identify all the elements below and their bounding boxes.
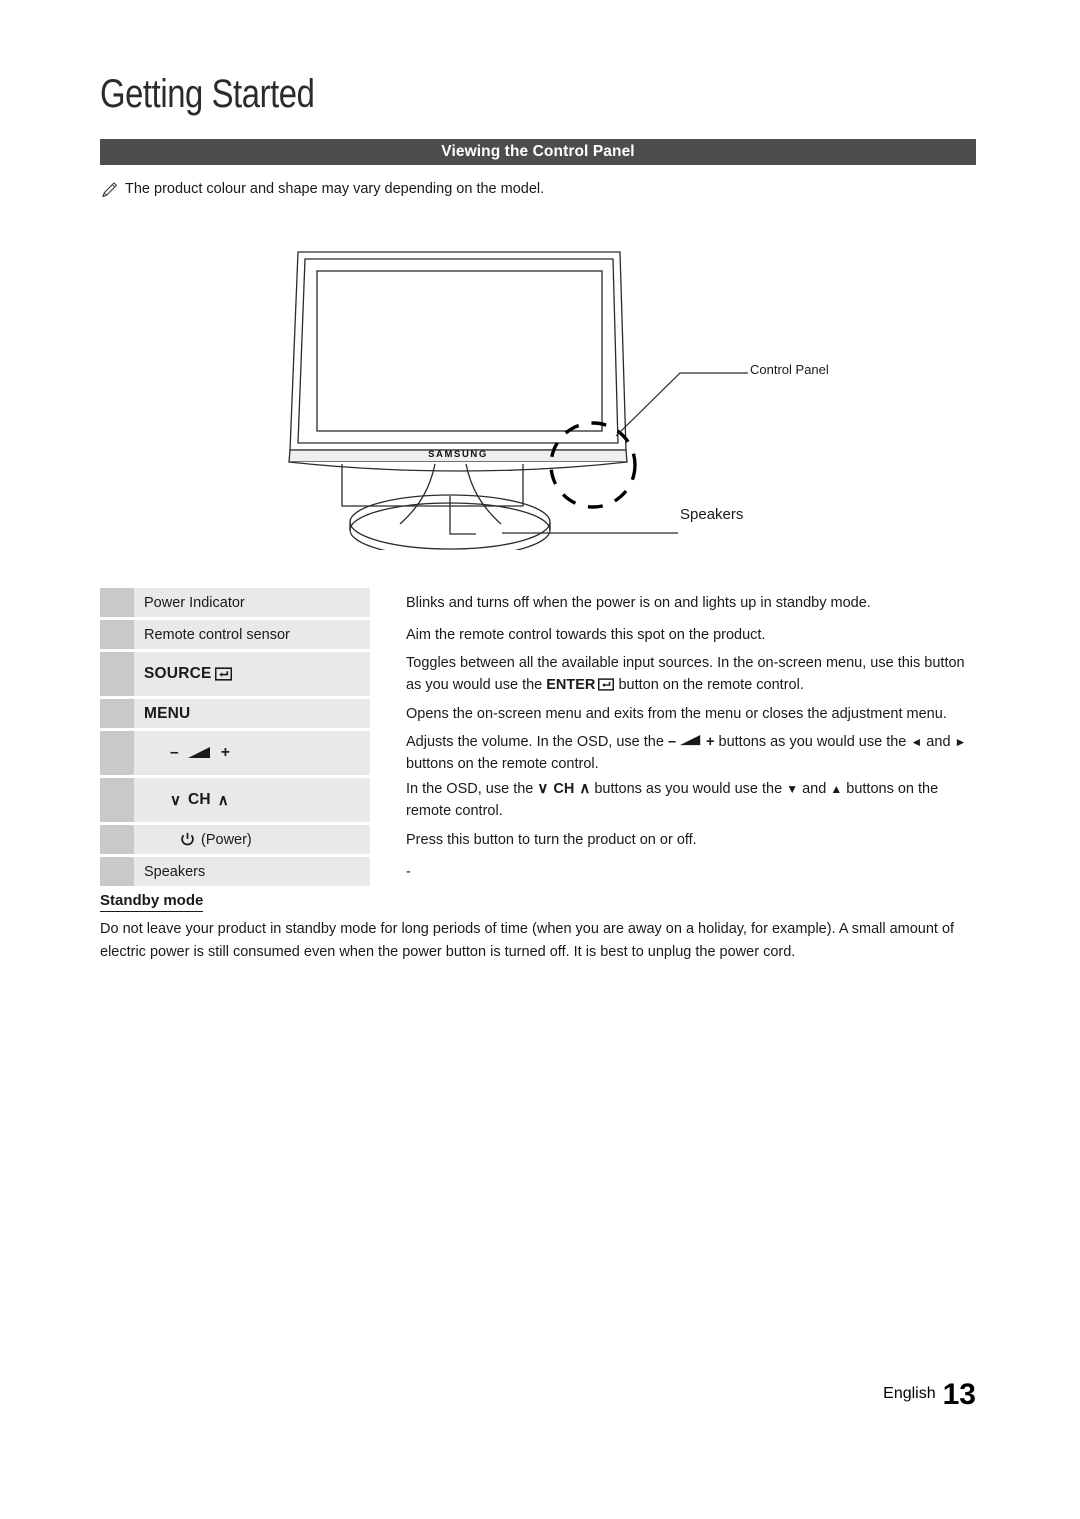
note-row: The product colour and shape may vary de… [100,180,544,199]
channel-up-icon: ∧ [217,792,229,809]
note-text: The product colour and shape may vary de… [125,181,545,197]
row-label-cell: ∨ CH ∧ [134,778,370,822]
enter-keyword: ENTER [546,677,596,693]
row-swatch [100,857,134,886]
row-label: SOURCE [144,665,212,682]
monitor-drawing: SAMSUNG [288,251,748,558]
row-description-cell: Aim the remote control towards this spot… [370,620,976,649]
down-arrow-icon: ▼ [786,782,799,796]
row-label: Power Indicator [144,594,245,611]
row-description-cell: Press this button to turn the product on… [370,825,976,854]
volume-minus-label: – [170,744,179,761]
footer-language: English [883,1385,936,1402]
section-header-bar: Viewing the Control Panel [100,139,976,165]
desc-text-and: and [922,734,955,750]
left-arrow-icon: ◄ [910,735,923,749]
volume-plus-inline: + [706,734,715,750]
volume-wedge-icon [187,747,210,758]
row-label-cell: – + [134,731,370,775]
table-row: MENU Opens the on-screen menu and exits … [100,699,976,728]
row-label-cell: (Power) [134,825,370,854]
desc-text-part2: buttons as you would use the [714,734,911,750]
channel-down-icon: ∨ [537,780,549,797]
desc-text-and: and [798,781,831,797]
callout-label-control-panel: Control Panel [750,362,829,377]
row-label-cell: Speakers [134,857,370,886]
row-swatch [100,778,134,822]
row-swatch [100,825,134,854]
row-description: Aim the remote control towards this spot… [406,626,766,643]
pencil-note-icon [102,182,117,198]
callout-label-speakers: Speakers [680,506,744,523]
row-description-cell: In the OSD, use the ∨ CH ∧ buttons as you … [370,778,976,822]
up-arrow-icon: ▲ [830,782,843,796]
channel-up-icon: ∧ [579,780,591,797]
power-label: (Power) [201,831,252,848]
row-label: MENU [144,704,191,722]
volume-minus-inline: – [667,734,677,750]
desc-text-part3: buttons on the remote control. [406,756,599,772]
desc-text-part1: In the OSD, use the [406,781,538,797]
row-label-cell: MENU [134,699,370,728]
table-row: (Power) Press this button to turn the pr… [100,825,976,854]
row-label-cell: Remote control sensor [134,620,370,649]
standby-mode-body: Do not leave your product in standby mod… [100,921,955,960]
row-label-cell: SOURCE [134,652,370,696]
table-row: – + Adjusts the volume. In the OSD, use … [100,731,976,775]
row-description: Toggles between all the available input … [406,652,976,696]
channel-label: CH [553,781,575,797]
manual-page: Getting Started Viewing the Control Pane… [0,0,1080,1519]
row-description: Blinks and turns off when the power is o… [406,594,871,611]
section-header-label: Viewing the Control Panel [441,143,635,160]
power-icon [181,832,194,846]
row-description: Adjusts the volume. In the OSD, use the … [406,731,976,775]
row-description-cell: Adjusts the volume. In the OSD, use the … [370,731,976,775]
channel-label: CH [187,791,211,808]
desc-text-part1: Adjusts the volume. In the OSD, use the [406,734,668,750]
page-footer: English 13 [0,1378,976,1412]
row-label: Speakers [144,863,206,880]
volume-wedge-icon [679,734,701,746]
row-swatch [100,652,134,696]
page-title: Getting Started [100,72,315,116]
enter-icon [598,678,615,691]
row-description-cell: Blinks and turns off when the power is o… [370,588,976,617]
enter-icon [214,667,232,681]
table-row: Remote control sensor Aim the remote con… [100,620,976,649]
row-swatch [100,588,134,617]
monitor-illustration: SAMSUNG Control Panel Speakers [280,238,900,558]
channel-down-icon: ∨ [170,792,181,809]
row-swatch [100,731,134,775]
samsung-logo: SAMSUNG [428,449,488,460]
row-description: Press this button to turn the product on… [406,831,697,848]
right-arrow-icon: ► [954,735,967,749]
row-label: Remote control sensor [144,626,290,643]
standby-mode-heading: Standby mode [100,892,204,912]
table-row: Speakers - [100,857,976,886]
row-description: In the OSD, use the ∨ CH ∧ buttons as you … [406,778,976,822]
desc-text-part2: button on the remote control. [614,677,804,693]
row-swatch [100,699,134,728]
volume-plus-label: + [220,744,231,761]
control-panel-leader-line [615,372,748,437]
footer-page-number: 13 [942,1378,976,1411]
control-panel-table: Power Indicator Blinks and turns off whe… [100,588,976,889]
table-row: SOURCE Toggles between all the available… [100,652,976,696]
row-description-cell: Opens the on-screen menu and exits from … [370,699,976,728]
table-row: ∨ CH ∧ In the OSD, use the ∨ CH ∧ buttons … [100,778,976,822]
row-description: Opens the on-screen menu and exits from … [406,705,947,722]
row-swatch [100,620,134,649]
row-description: - [406,863,411,880]
table-row: Power Indicator Blinks and turns off whe… [100,588,976,617]
row-description-cell: Toggles between all the available input … [370,652,976,696]
row-label-cell: Power Indicator [134,588,370,617]
row-description-cell: - [370,857,976,886]
desc-text-part2: buttons as you would use the [590,781,787,797]
